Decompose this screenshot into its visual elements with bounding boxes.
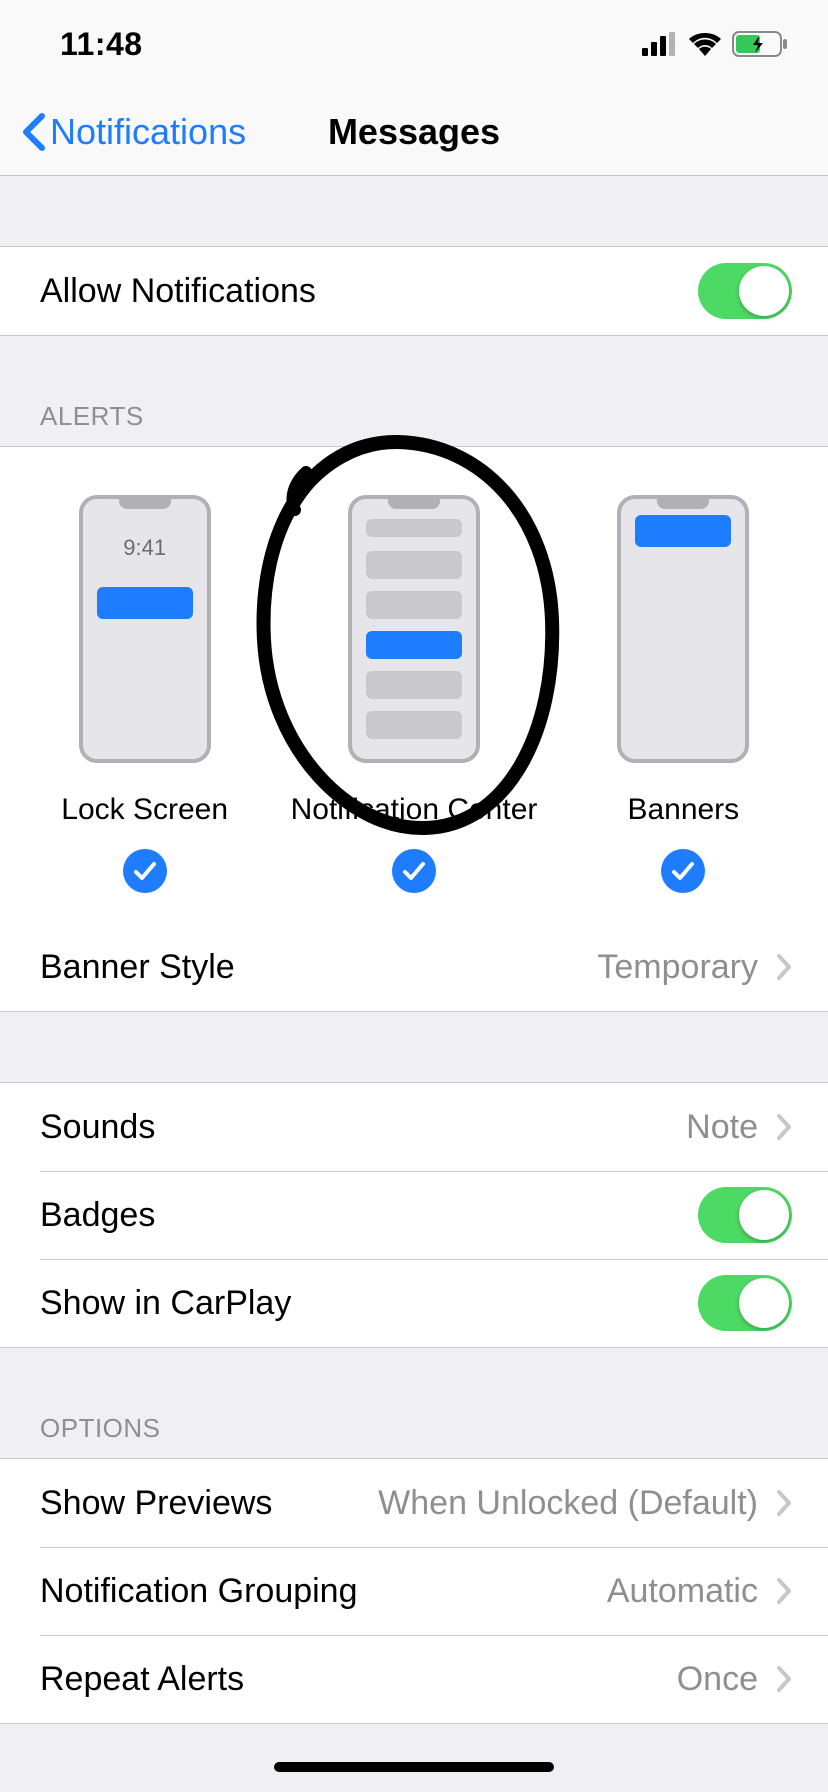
lock-screen-preview: 9:41 [79, 495, 211, 763]
alerts-row: 9:41 Lock Screen Notification Center Ba [0, 446, 828, 923]
repeat-alerts-value: Once [677, 1660, 758, 1699]
carplay-label: Show in CarPlay [40, 1284, 291, 1323]
status-time: 11:48 [60, 26, 143, 63]
chevron-right-icon [776, 1577, 792, 1605]
banner-style-row[interactable]: Banner Style Temporary [0, 923, 828, 1011]
allow-notifications-row[interactable]: Allow Notifications [0, 247, 828, 335]
lock-screen-checkbox[interactable] [123, 849, 167, 893]
status-icons [642, 31, 788, 57]
alert-banners[interactable]: Banners [549, 495, 818, 893]
notification-center-label: Notification Center [291, 793, 538, 827]
chevron-left-icon [20, 112, 46, 152]
back-label: Notifications [50, 111, 246, 153]
notification-center-preview [348, 495, 480, 763]
allow-notifications-toggle[interactable] [698, 263, 792, 319]
notification-grouping-row[interactable]: Notification Grouping Automatic [0, 1547, 828, 1635]
sounds-value: Note [686, 1108, 758, 1147]
show-previews-row[interactable]: Show Previews When Unlocked (Default) [0, 1459, 828, 1547]
notification-grouping-value: Automatic [607, 1572, 758, 1611]
alert-lock-screen[interactable]: 9:41 Lock Screen [10, 495, 279, 893]
carplay-row[interactable]: Show in CarPlay [0, 1259, 828, 1347]
show-previews-value: When Unlocked (Default) [378, 1484, 758, 1523]
repeat-alerts-label: Repeat Alerts [40, 1660, 244, 1699]
cellular-icon [642, 32, 678, 56]
sounds-label: Sounds [40, 1108, 155, 1147]
checkmark-icon [402, 861, 426, 881]
lock-screen-label: Lock Screen [61, 793, 228, 827]
sounds-row[interactable]: Sounds Note [0, 1083, 828, 1171]
badges-row[interactable]: Badges [0, 1171, 828, 1259]
alerts-header: Alerts [0, 336, 828, 446]
banner-style-label: Banner Style [40, 948, 235, 987]
allow-notifications-label: Allow Notifications [40, 272, 316, 311]
checkmark-icon [133, 861, 157, 881]
chevron-right-icon [776, 953, 792, 981]
badges-toggle[interactable] [698, 1187, 792, 1243]
banners-preview [617, 495, 749, 763]
alert-notification-center[interactable]: Notification Center [279, 495, 548, 893]
checkmark-icon [671, 861, 695, 881]
wifi-icon [688, 32, 722, 56]
carplay-toggle[interactable] [698, 1275, 792, 1331]
nav-bar: Notifications Messages [0, 88, 828, 176]
notification-center-checkbox[interactable] [392, 849, 436, 893]
battery-charging-icon [732, 31, 788, 57]
banner-style-value: Temporary [597, 948, 758, 987]
badges-label: Badges [40, 1196, 155, 1235]
chevron-right-icon [776, 1489, 792, 1517]
status-bar: 11:48 [0, 0, 828, 88]
chevron-right-icon [776, 1113, 792, 1141]
show-previews-label: Show Previews [40, 1484, 272, 1523]
options-header: Options [0, 1348, 828, 1458]
notification-grouping-label: Notification Grouping [40, 1572, 358, 1611]
repeat-alerts-row[interactable]: Repeat Alerts Once [0, 1635, 828, 1723]
home-indicator[interactable] [274, 1762, 554, 1772]
back-button[interactable]: Notifications [0, 111, 246, 153]
chevron-right-icon [776, 1665, 792, 1693]
banners-label: Banners [627, 793, 739, 827]
banners-checkbox[interactable] [661, 849, 705, 893]
